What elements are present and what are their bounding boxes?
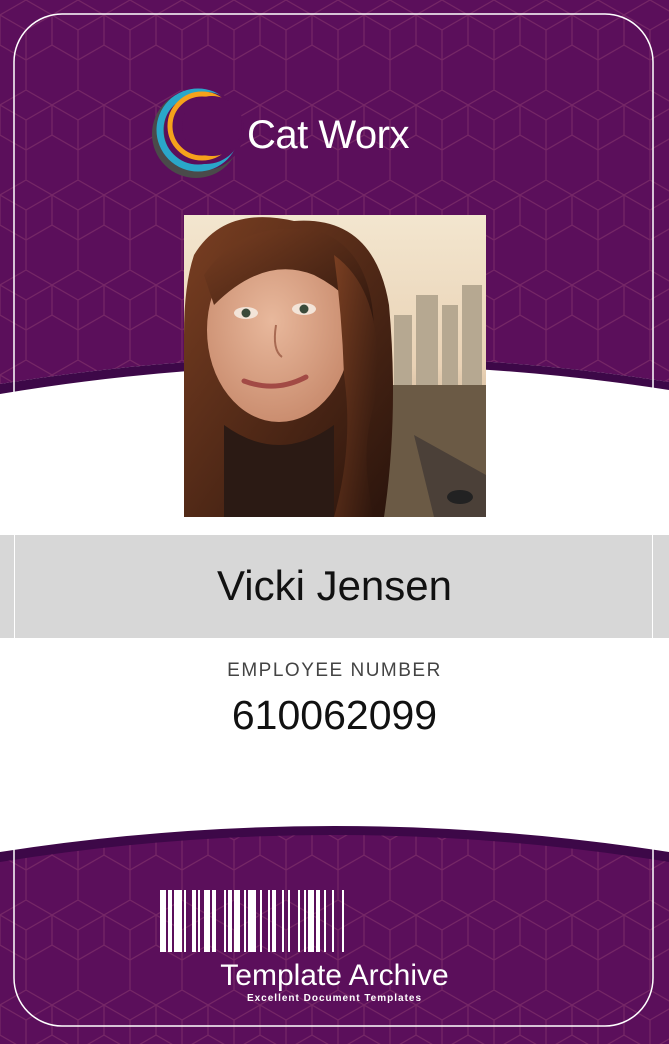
employee-number-label: EMPLOYEE NUMBER: [227, 660, 442, 681]
barcode-bar: [228, 890, 232, 952]
employee-photo: [184, 215, 486, 517]
barcode-bar: [324, 890, 326, 952]
barcode-bar: [174, 890, 182, 952]
barcode-bar: [268, 890, 270, 952]
barcode-bar: [248, 890, 256, 952]
barcode-bar: [316, 890, 320, 952]
barcode-bar: [192, 890, 196, 952]
barcode-bar: [212, 890, 216, 952]
barcode-bar: [160, 890, 166, 952]
barcode-bar: [282, 890, 284, 952]
barcode-bar: [204, 890, 210, 952]
barcode-bar: [260, 890, 262, 952]
barcode-icon: [160, 890, 344, 952]
barcode-bar: [272, 890, 276, 952]
employee-name: Vicki Jensen: [216, 562, 453, 609]
crescent-rings-logo-icon: [152, 88, 244, 178]
barcode-bar: [304, 890, 306, 952]
barcode-bar: [332, 890, 334, 952]
employee-number: 610062099: [231, 692, 438, 738]
barcode-bar: [234, 890, 240, 952]
employee-portrait-photo-icon: [184, 215, 486, 517]
barcode-bar: [168, 890, 172, 952]
barcode-bar: [288, 890, 290, 952]
company-name: Cat Worx: [247, 113, 409, 157]
barcode-bar: [224, 890, 226, 952]
barcode-bar: [298, 890, 300, 952]
barcode-bar: [342, 890, 344, 952]
id-badge-card: Cat Worx Vicki Jensen EMPLOYEE NUMBER 61…: [0, 0, 669, 1044]
barcode-bar: [198, 890, 200, 952]
footer-brand: Template Archive: [220, 959, 449, 992]
barcode-bar: [308, 890, 314, 952]
footer-tagline: Excellent Document Templates: [246, 993, 423, 1004]
barcode-bar: [244, 890, 246, 952]
barcode-bar: [184, 890, 186, 952]
